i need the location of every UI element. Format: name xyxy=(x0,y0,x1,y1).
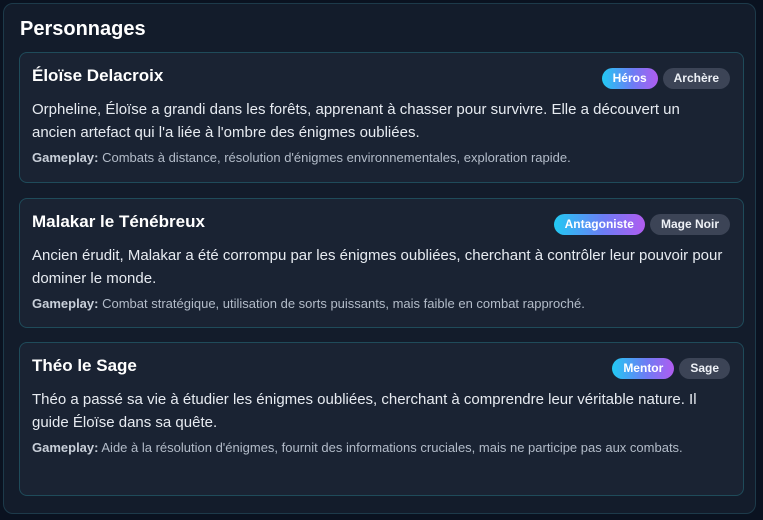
badge-group: Mentor Sage xyxy=(612,358,730,379)
badge-group: Antagoniste Mage Noir xyxy=(553,214,730,235)
character-gameplay: Gameplay: Combats à distance, résolution… xyxy=(32,147,727,169)
character-gameplay: Gameplay: Combat stratégique, utilisatio… xyxy=(32,293,727,315)
character-name: Éloïse Delacroix xyxy=(32,66,164,85)
gameplay-text: Combats à distance, résolution d'énigmes… xyxy=(102,150,571,165)
character-gameplay: Gameplay: Aide à la résolution d'énigmes… xyxy=(32,437,727,459)
role-badge: Héros xyxy=(601,68,658,89)
gameplay-label: Gameplay: xyxy=(32,150,99,165)
role-badge: Antagoniste xyxy=(553,214,645,235)
character-description: Théo a passé sa vie à étudier les énigme… xyxy=(32,391,697,431)
character-name: Malakar le Ténébreux xyxy=(32,212,205,231)
gameplay-text: Aide à la résolution d'énigmes, fournit … xyxy=(101,440,683,455)
character-card-eloise[interactable]: Éloïse Delacroix Héros Archère Orpheline… xyxy=(19,52,744,183)
characters-panel: Personnages Éloïse Delacroix Héros Archè… xyxy=(3,3,756,514)
character-card-theo[interactable]: Théo le Sage Mentor Sage Théo a passé sa… xyxy=(19,342,744,496)
role-badge: Mentor xyxy=(612,358,675,379)
class-badge: Archère xyxy=(662,68,730,89)
badge-group: Héros Archère xyxy=(601,68,730,89)
character-description: Orpheline, Éloïse a grandi dans les forê… xyxy=(32,101,680,141)
character-description: Ancien érudit, Malakar a été corrompu pa… xyxy=(32,247,723,287)
character-name: Théo le Sage xyxy=(32,356,137,375)
class-badge: Sage xyxy=(679,358,730,379)
character-card-malakar[interactable]: Malakar le Ténébreux Antagoniste Mage No… xyxy=(19,198,744,328)
gameplay-label: Gameplay: xyxy=(32,440,99,455)
class-badge: Mage Noir xyxy=(649,214,730,235)
gameplay-label: Gameplay: xyxy=(32,296,99,311)
gameplay-text: Combat stratégique, utilisation de sorts… xyxy=(102,296,585,311)
panel-title: Personnages xyxy=(20,18,146,40)
